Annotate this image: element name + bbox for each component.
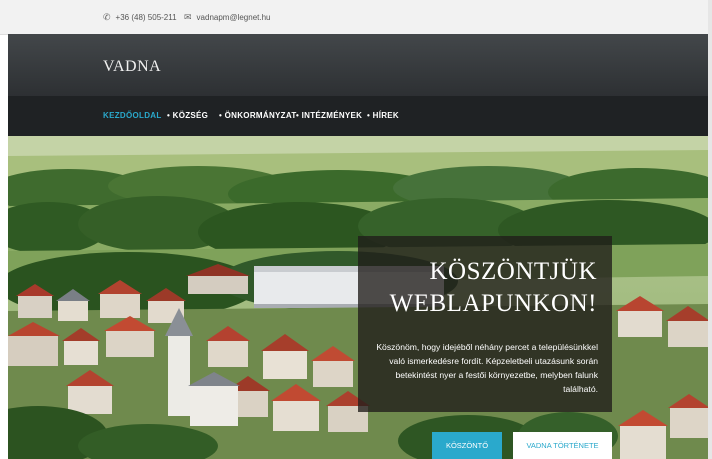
phone-contact[interactable]: ✆ +36 (48) 505-211: [103, 12, 177, 23]
email-contact[interactable]: ✉ vadnapm@legnet.hu: [184, 12, 271, 23]
phone-number: +36 (48) 505-211: [115, 13, 177, 22]
email-address: vadnapm@legnet.hu: [196, 13, 271, 22]
welcome-heading-line2: WEBLAPUNKON!: [389, 290, 597, 317]
site-header: VADNA: [8, 34, 708, 96]
koszonto-button[interactable]: KÖSZÖNTŐ: [432, 432, 502, 459]
nav-item-intezmenyek[interactable]: • INTÉZMÉNYEK: [296, 111, 362, 120]
envelope-icon: ✉: [184, 12, 192, 22]
welcome-heading-line1: KÖSZÖNTJÜK: [429, 258, 597, 285]
nav-item-kozseg[interactable]: • KÖZSÉG: [167, 111, 208, 120]
nav-item-onkormanyzat[interactable]: • ÖNKORMÁNYZAT: [219, 111, 297, 120]
welcome-intro-text: Köszönöm, hogy idejéből néhány percet a …: [376, 342, 598, 394]
page-scrollbar[interactable]: [708, 0, 712, 459]
welcome-panel: KÖSZÖNTJÜK WEBLAPUNKON! Köszönöm, hogy i…: [358, 236, 612, 412]
main-navigation: KEZDŐOLDAL • KÖZSÉG • ÖNKORMÁNYZAT • INT…: [8, 96, 708, 136]
nav-item-kezdooldal[interactable]: KEZDŐOLDAL: [103, 111, 162, 120]
phone-icon: ✆: [103, 12, 111, 22]
vadna-tortenete-button[interactable]: VADNA TÖRTÉNETE: [513, 432, 612, 459]
site-logo-text[interactable]: VADNA: [103, 58, 161, 76]
nav-item-hirek[interactable]: • HÍREK: [367, 111, 399, 120]
contact-bar: ✆ +36 (48) 505-211 ✉ vadnapm@legnet.hu: [0, 0, 712, 35]
